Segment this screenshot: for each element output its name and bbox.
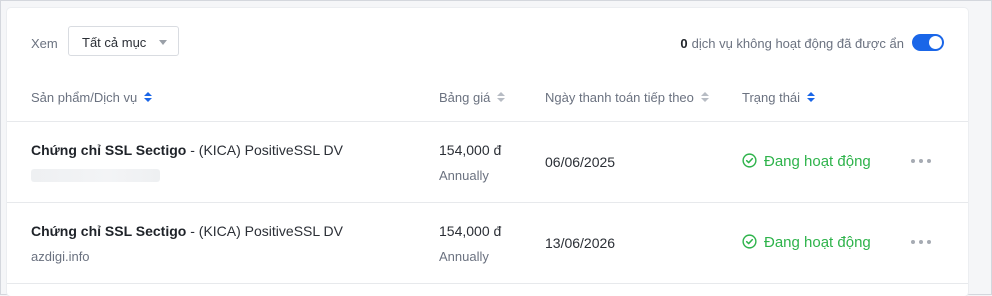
billing-cycle: Annually	[439, 168, 489, 183]
more-horizontal-icon[interactable]	[909, 152, 933, 170]
sort-icon	[700, 92, 709, 103]
product-name: Chứng chỉ SSL Sectigo - (KICA) PositiveS…	[31, 142, 343, 158]
table-header: Sản phẩm/Dịch vụ Bảng giá Ngày thanh toá…	[7, 74, 968, 122]
product-plan: - (KICA) PositiveSSL DV	[186, 142, 343, 158]
price-amount: 154,000 đ	[439, 223, 502, 239]
hidden-services-count: 0	[680, 36, 688, 51]
column-header-price[interactable]: Bảng giá	[439, 90, 506, 105]
product-group: Chứng chỉ SSL Sectigo	[31, 223, 187, 239]
table-row[interactable]: Chứng chỉ SSL Sectigo - (KICA) PositiveS…	[7, 122, 968, 203]
view-filter-select[interactable]: Tất cả mục	[68, 26, 179, 56]
toggle-knob	[929, 36, 942, 49]
column-header-next-due-label: Ngày thanh toán tiếp theo	[545, 90, 694, 105]
next-due-date: 06/06/2025	[545, 154, 616, 170]
column-header-status-label: Trạng thái	[742, 90, 801, 105]
status-badge: Đang hoạt động	[742, 234, 871, 251]
more-horizontal-icon[interactable]	[909, 233, 933, 251]
check-circle-icon	[742, 234, 757, 249]
hidden-services-info: 0 dịch vụ không hoạt động đã được ẩn	[680, 36, 904, 51]
billing-cycle: Annually	[439, 249, 489, 264]
column-header-status[interactable]: Trạng thái	[742, 90, 816, 105]
check-circle-icon	[742, 153, 757, 168]
price-amount: 154,000 đ	[439, 142, 502, 158]
column-header-product-label: Sản phẩm/Dịch vụ	[31, 90, 138, 105]
service-domain: azdigi.info	[31, 249, 90, 264]
table-row[interactable]: Chứng chỉ SSL Sectigo - (KICA) PositiveS…	[7, 203, 968, 284]
next-due-date: 13/06/2026	[545, 235, 616, 251]
product-group: Chứng chỉ SSL Sectigo	[31, 142, 187, 158]
show-inactive-toggle[interactable]	[912, 34, 944, 51]
product-name: Chứng chỉ SSL Sectigo - (KICA) PositiveS…	[31, 223, 343, 239]
status-badge: Đang hoạt động	[742, 153, 871, 170]
view-filter-value: Tất cả mục	[82, 35, 147, 50]
status-label: Đang hoạt động	[764, 234, 871, 251]
column-header-next-due[interactable]: Ngày thanh toán tiếp theo	[545, 90, 709, 105]
sort-icon	[144, 92, 153, 103]
sort-icon	[807, 92, 816, 103]
hidden-services-text: dịch vụ không hoạt động đã được ẩn	[691, 36, 904, 51]
product-plan: - (KICA) PositiveSSL DV	[186, 223, 343, 239]
column-header-product[interactable]: Sản phẩm/Dịch vụ	[31, 90, 153, 105]
sort-icon	[497, 92, 506, 103]
column-header-price-label: Bảng giá	[439, 90, 491, 105]
status-label: Đang hoạt động	[764, 153, 871, 170]
services-card: Xem Tất cả mục 0 dịch vụ không hoạt động …	[7, 8, 968, 296]
toolbar: Xem Tất cả mục 0 dịch vụ không hoạt động …	[7, 8, 968, 74]
redacted-domain	[31, 169, 160, 182]
caret-down-icon	[159, 40, 167, 45]
view-label: Xem	[31, 36, 58, 51]
